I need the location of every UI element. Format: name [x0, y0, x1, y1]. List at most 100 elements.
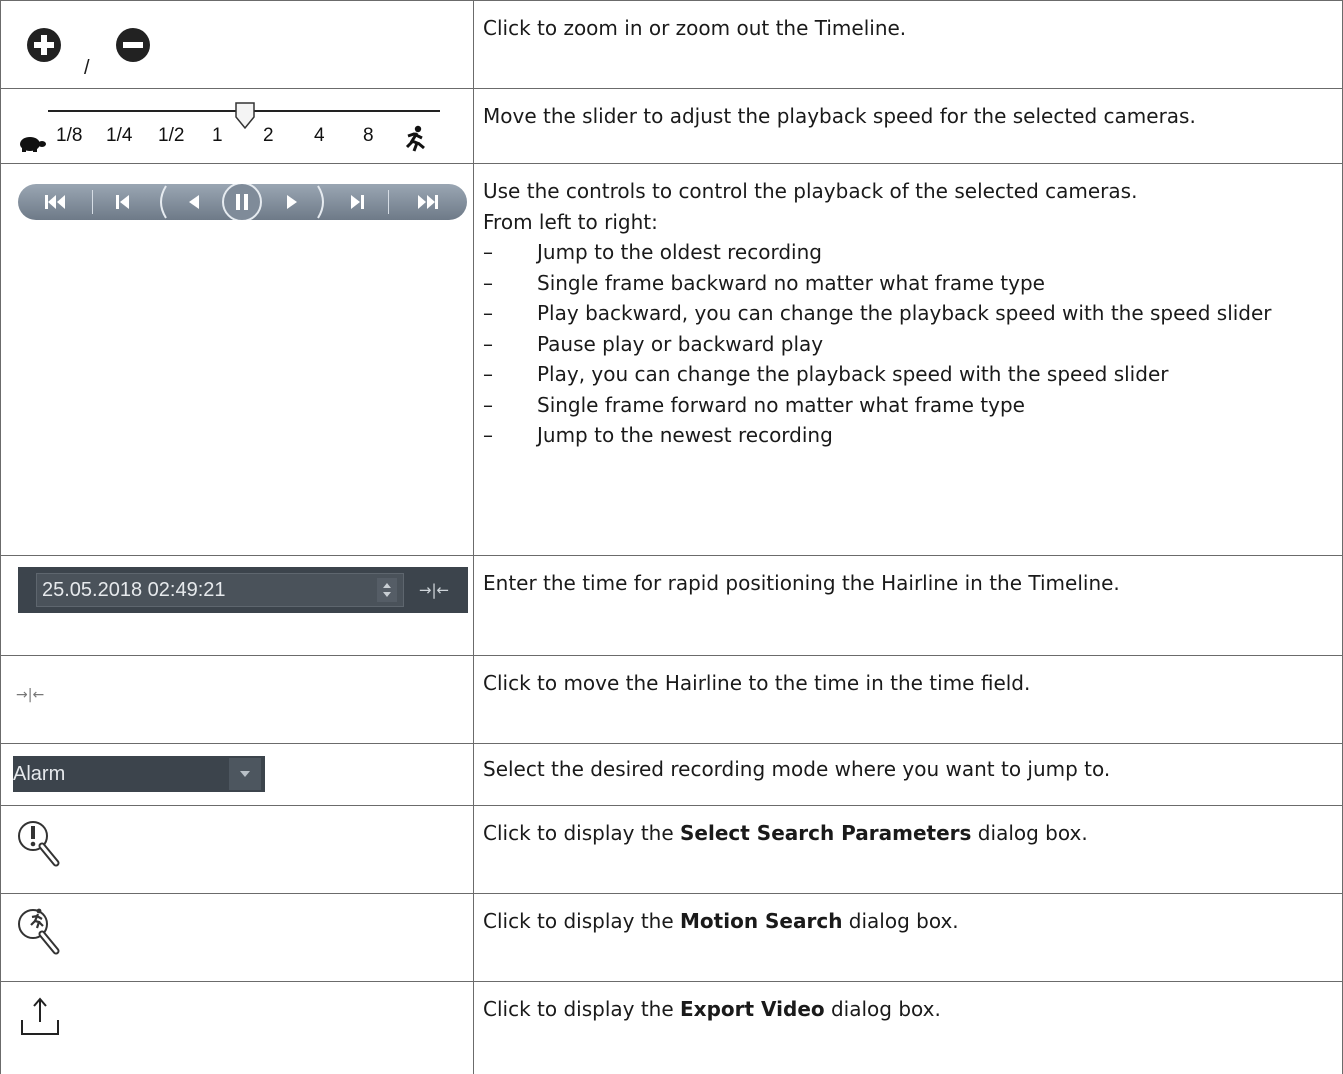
time-field-bar: 25.05.2018 02:49:21 →|← — [18, 567, 468, 613]
time-value: 25.05.2018 02:49:21 — [42, 579, 226, 601]
dialog-name: Select Search Parameters — [680, 821, 972, 845]
time-input[interactable]: 25.05.2018 02:49:21 — [36, 573, 404, 607]
list-item: – Play backward, you can change the playb… — [483, 298, 1333, 329]
time-description: Enter the time for rapid positioning the… — [483, 571, 1120, 595]
playback-intro: From left to right: — [483, 209, 658, 234]
table-row-export: Click to display the Export Video dialog… — [0, 981, 1343, 1074]
frame-back-icon[interactable] — [100, 184, 146, 220]
list-item: – Single frame forward no matter what fra… — [483, 390, 1333, 421]
speed-tick-1-4: 1/4 — [106, 125, 133, 146]
table-row-hairline: →|← Click to move the Hairline to the ti… — [0, 655, 1343, 743]
description-cell: Use the controls to control the playback… — [483, 176, 1333, 451]
description-cell: Click to zoom in or zoom out the Timelin… — [483, 13, 1333, 44]
play-icon[interactable] — [264, 184, 320, 220]
speed-tick-1-2: 1/2 — [158, 125, 185, 146]
controls-table: / Click to zoom in or zoom out the Timel… — [0, 0, 1343, 1074]
dropdown-button[interactable] — [229, 758, 261, 790]
description-text: Click to display the — [483, 909, 681, 933]
table-row-search: Click to display the Select Search Param… — [0, 805, 1343, 893]
list-bullet: – — [483, 301, 493, 325]
speed-slider-thumb[interactable] — [234, 101, 256, 131]
jump-newest-icon[interactable] — [396, 184, 458, 220]
chevron-down-icon — [240, 771, 250, 777]
list-item-text: Pause play or backward play — [537, 331, 824, 356]
hairline-description: Click to move the Hairline to the time i… — [483, 671, 1031, 695]
list-item: – Play, you can change the playback speed… — [483, 359, 1333, 390]
list-item-text: Play, you can change the playback speed … — [537, 362, 1169, 386]
speed-tick-1-8: 1/8 — [56, 125, 83, 146]
description-cell: Click to display the Export Video dialog… — [483, 994, 1333, 1025]
description-cell: Move the slider to adjust the playback s… — [483, 101, 1333, 132]
move-hairline-icon[interactable]: →|← — [16, 687, 44, 703]
export-icon[interactable] — [18, 992, 62, 1036]
turtle-icon — [20, 137, 46, 152]
time-spinner-icon[interactable] — [377, 578, 397, 602]
divider — [388, 190, 389, 214]
mode-description: Select the desired recording mode where … — [483, 757, 1111, 781]
list-item-text: Jump to the oldest recording — [537, 240, 822, 264]
speed-tick-1: 1 — [212, 125, 223, 146]
play-backward-icon[interactable] — [166, 184, 222, 220]
icon-cell: 1/8 1/4 1/2 1 2 4 8 — [1, 89, 473, 163]
icon-cell: / — [1, 1, 473, 88]
playback-description: Use the controls to control the playback… — [483, 179, 1138, 203]
list-bullet: – — [483, 270, 493, 295]
recording-mode-value: Alarm — [13, 763, 66, 785]
pause-icon[interactable] — [222, 184, 262, 220]
table-row-playback: Use the controls to control the playback… — [0, 163, 1343, 555]
playback-control-bar — [18, 184, 467, 220]
speed-tick-8: 8 — [363, 125, 374, 146]
divider — [92, 190, 93, 214]
list-item: – Single frame backward no matter what fr… — [483, 268, 1333, 299]
frame-forward-icon[interactable] — [334, 184, 380, 220]
search-parameters-icon[interactable] — [15, 818, 63, 870]
table-row-speed: 1/8 1/4 1/2 1 2 4 8 Move the slider to a… — [0, 88, 1343, 163]
list-bullet: – — [483, 331, 493, 356]
running-man-icon — [405, 125, 425, 152]
icon-cell — [1, 164, 473, 555]
zoom-separator: / — [84, 57, 90, 79]
table-row-motion: Click to display the Motion Search dialo… — [0, 893, 1343, 981]
motion-search-icon[interactable] — [15, 906, 63, 958]
list-bullet: – — [483, 423, 493, 447]
description-text: Click to display the — [483, 997, 681, 1021]
zoom-description: Click to zoom in or zoom out the Timelin… — [483, 16, 907, 40]
speed-description: Move the slider to adjust the playback s… — [483, 104, 1196, 128]
list-bullet: – — [483, 240, 493, 264]
list-item-text: Jump to the newest recording — [537, 423, 833, 447]
speed-tick-4: 4 — [314, 125, 325, 146]
description-cell: Click to move the Hairline to the time i… — [483, 668, 1333, 699]
description-text: dialog box. — [842, 909, 959, 933]
icon-cell — [1, 894, 473, 981]
list-item-text: Single frame forward no matter what fram… — [537, 392, 1025, 417]
description-text: Click to display the — [483, 821, 681, 845]
goto-hairline-icon: →|← — [418, 581, 450, 599]
description-text: dialog box. — [971, 821, 1088, 845]
dialog-name: Export Video — [680, 997, 825, 1021]
jump-oldest-icon[interactable] — [26, 184, 86, 220]
list-bullet: – — [483, 362, 493, 386]
icon-cell: 25.05.2018 02:49:21 →|← — [1, 556, 473, 655]
dialog-name: Motion Search — [680, 909, 843, 933]
description-cell: Enter the time for rapid positioning the… — [483, 568, 1333, 599]
icon-cell: Alarm — [1, 744, 473, 805]
recording-mode-dropdown[interactable]: Alarm — [13, 756, 265, 792]
table-row-time: 25.05.2018 02:49:21 →|← Enter the time f… — [0, 555, 1343, 655]
search-description: Click to display the Select Search Param… — [483, 818, 1333, 849]
description-cell: Click to display the Motion Search dialo… — [483, 906, 1333, 937]
goto-time-button[interactable]: →|← — [413, 573, 455, 607]
speed-tick-2: 2 — [263, 125, 274, 146]
export-description: Click to display the Export Video dialog… — [483, 994, 1333, 1025]
icon-cell — [1, 806, 473, 893]
motion-description: Click to display the Motion Search dialo… — [483, 906, 1333, 937]
zoom-out-icon[interactable] — [115, 27, 151, 63]
list-item: – Jump to the newest recording — [483, 420, 1333, 451]
playback-list: – Jump to the oldest recording – Single fr… — [483, 237, 1333, 451]
description-text: dialog box. — [824, 997, 941, 1021]
zoom-in-icon[interactable] — [26, 27, 62, 63]
list-item-text: Single frame backward no matter what fra… — [537, 270, 1045, 295]
icon-cell — [1, 982, 473, 1074]
description-cell: Select the desired recording mode where … — [483, 754, 1333, 785]
icon-cell: →|← — [1, 656, 473, 743]
list-item-text: Play backward, you can change the playba… — [537, 301, 1272, 325]
